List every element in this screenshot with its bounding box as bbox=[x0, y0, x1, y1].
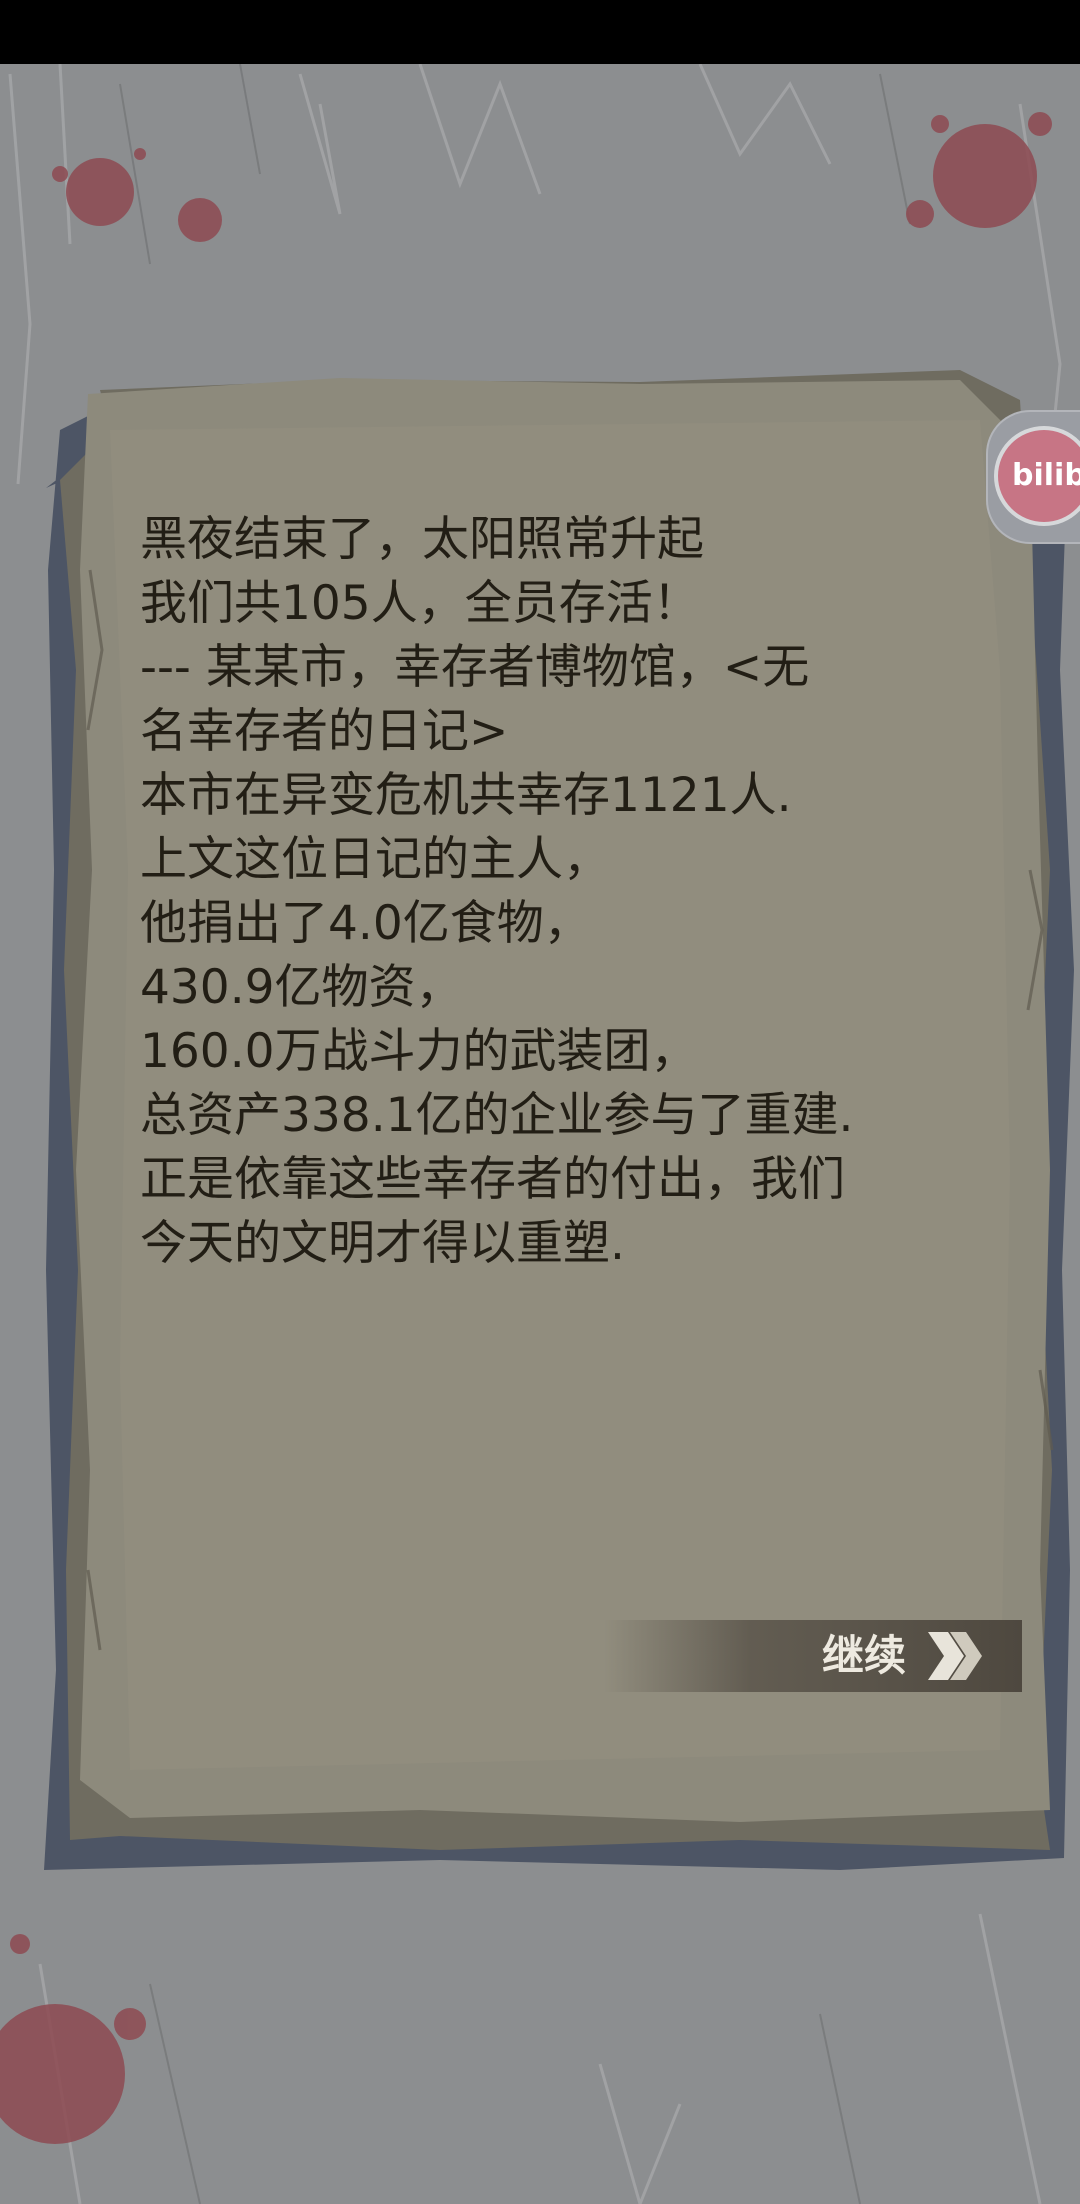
diary-line: 他捐出了4.0亿食物， bbox=[140, 896, 591, 951]
diary-line: 430.9亿物资， bbox=[140, 960, 463, 1015]
diary-line: 总资产338.1亿的企业参与了重建. bbox=[140, 1088, 854, 1143]
floating-badge[interactable]: bilib bbox=[986, 410, 1080, 544]
diary-line: 160.0万战斗力的武装团， bbox=[140, 1024, 698, 1079]
bilibili-logo-icon: bilib bbox=[998, 430, 1080, 522]
diary-line: 正是依靠这些幸存者的付出，我们 bbox=[140, 1152, 845, 1207]
diary-line: --- 某某市，幸存者博物馆，<无 bbox=[140, 640, 810, 695]
diary-line: 我们共105人，全员存活！ bbox=[140, 576, 700, 631]
diary-line: 上文这位日记的主人， bbox=[140, 832, 610, 887]
diary-line: 名幸存者的日记> bbox=[140, 704, 509, 759]
diary-line: 本市在异变危机共幸存1121人. bbox=[140, 768, 792, 823]
status-bar bbox=[0, 0, 1080, 64]
diary-line: 今天的文明才得以重塑. bbox=[140, 1216, 625, 1271]
continue-button[interactable]: 继续 bbox=[604, 1620, 1022, 1692]
continue-label: 继续 bbox=[822, 1631, 907, 1680]
diary-line: 黑夜结束了，太阳照常升起 bbox=[140, 512, 704, 567]
double-chevron-right-icon bbox=[928, 1632, 982, 1680]
diary-text: 黑夜结束了，太阳照常升起 我们共105人，全员存活！ --- 某某市，幸存者博物… bbox=[140, 508, 960, 1276]
